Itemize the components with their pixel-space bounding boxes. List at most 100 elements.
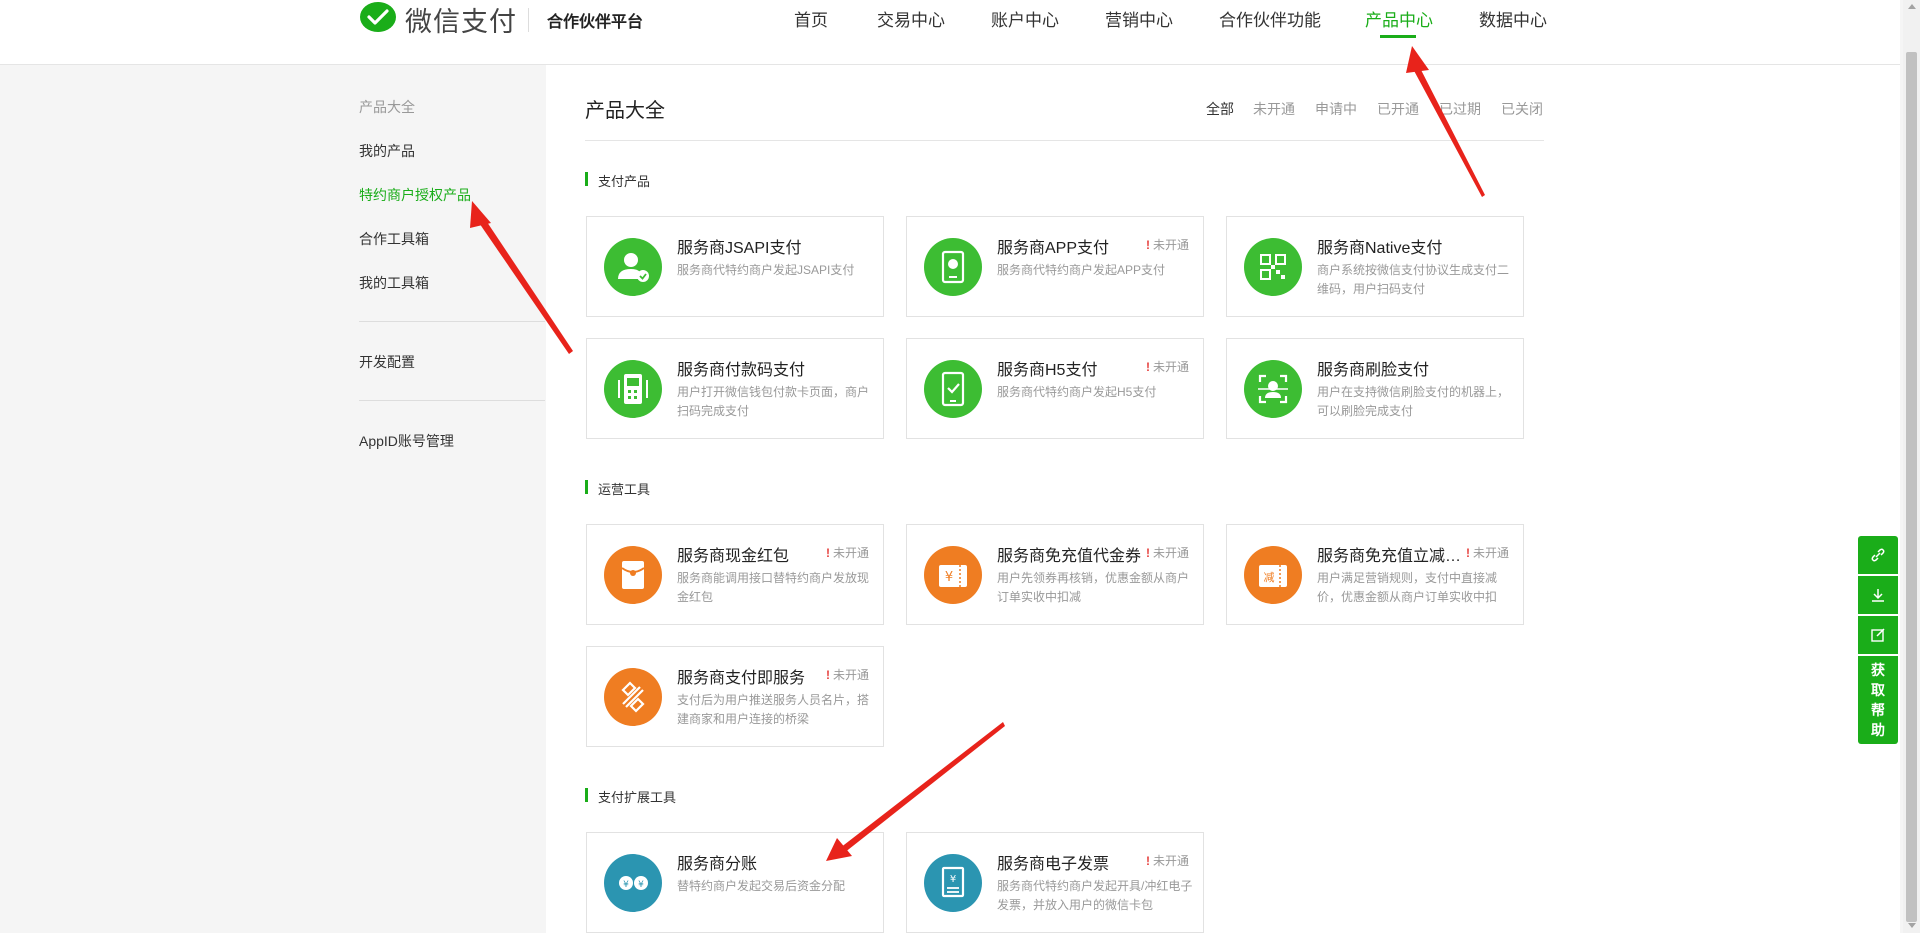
product-card-payment-code[interactable]: 服务商付款码支付 用户打开微信钱包付款卡页面，商户扫码完成支付	[586, 338, 884, 439]
section-title-payment-extension: 支付扩展工具	[585, 787, 676, 806]
filter-not-opened[interactable]: 未开通	[1253, 99, 1295, 119]
sidebar-heading: 产品大全	[359, 99, 415, 115]
card-title: 服务商电子发票	[997, 856, 1110, 873]
sidebar-item-authorized-products[interactable]: 特约商户授权产品	[359, 185, 471, 205]
sidebar-item-my-products[interactable]: 我的产品	[359, 141, 415, 161]
card-description: 服务商代特约商户发起APP支付	[997, 263, 1166, 277]
filter-closed[interactable]: 已关闭	[1501, 99, 1543, 119]
sidebar-item-partner-toolbox[interactable]: 合作工具箱	[359, 229, 429, 249]
platform-name: 合作伙伴平台	[547, 14, 644, 31]
nav-trade-center[interactable]: 交易中心	[877, 6, 945, 31]
invoice-icon: ¥	[924, 854, 982, 912]
card-title: 服务商付款码支付	[677, 362, 806, 379]
scroll-up-arrow[interactable]	[1908, 4, 1916, 9]
product-card-jsapi[interactable]: 服务商JSAPI支付 服务商代特约商户发起JSAPI支付	[586, 216, 884, 317]
product-card-h5-pay[interactable]: 服务商H5支付 ! 未开通 服务商代特约商户发起H5支付	[906, 338, 1204, 439]
nav-product-center[interactable]: 产品中心	[1365, 6, 1433, 31]
status-not-opened: ! 未开通	[825, 668, 869, 682]
filter-all[interactable]: 全部	[1206, 99, 1234, 119]
phone-app-icon	[924, 238, 982, 296]
help-char: 助	[1871, 722, 1885, 738]
link-tool-button[interactable]	[1858, 536, 1898, 576]
link-icon	[1871, 548, 1885, 562]
help-char: 获	[1871, 662, 1885, 678]
card-description: 支付后为用户推送服务人员名片，搭建商家和用户连接的桥梁	[677, 693, 870, 726]
product-card-cash-red-packet[interactable]: 服务商现金红包 ! 未开通 服务商能调用接口替特约商户发放现金红包	[586, 524, 884, 625]
card-description: 用户满足营销规则，支付中直接减价，优惠金额从商户订单实收中扣	[1317, 571, 1498, 604]
edit-icon	[1871, 628, 1885, 642]
link-connect-icon	[604, 668, 662, 726]
card-description: 用户打开微信钱包付款卡页面，商户扫码完成支付	[677, 385, 870, 418]
discount-coupon-icon: 减	[1244, 546, 1302, 604]
card-description: 服务商代特约商户发起H5支付	[997, 385, 1157, 399]
help-char: 帮	[1871, 702, 1885, 718]
get-help-button[interactable]: 获 取 帮 助	[1858, 656, 1898, 744]
person-check-icon	[604, 238, 662, 296]
wechat-pay-logo[interactable]: 微信支付	[359, 0, 517, 38]
nav-data-center[interactable]: 数据中心	[1479, 6, 1547, 31]
card-title: 服务商免充值立减与折扣	[1317, 548, 1463, 565]
nav-home[interactable]: 首页	[794, 6, 828, 31]
product-card-voucher[interactable]: ¥ 服务商免充值代金券 ! 未开通 用户先领券再核销，优惠金额从商户订单实收中扣减	[906, 524, 1204, 625]
card-description: 服务商代特约商户发起开具/冲红电子发票，并放入用户的微信卡包	[997, 879, 1193, 912]
coupon-yuan-icon: ¥	[924, 546, 982, 604]
product-card-pay-as-service[interactable]: 服务商支付即服务 ! 未开通 支付后为用户推送服务人员名片，搭建商家和用户连接的桥…	[586, 646, 884, 747]
card-title: 服务商APP支付	[997, 240, 1110, 257]
section-title-payment-products: 支付产品	[585, 171, 650, 190]
status-not-opened: ! 未开通	[1145, 238, 1189, 252]
card-title: 服务商Native支付	[1317, 240, 1443, 257]
nav-active-underline	[1380, 35, 1416, 38]
nav-marketing-center[interactable]: 营销中心	[1105, 6, 1173, 31]
page-title: 产品大全	[585, 100, 665, 122]
product-card-app-pay[interactable]: 服务商APP支付 ! 未开通 服务商代特约商户发起APP支付	[906, 216, 1204, 317]
product-card-profit-sharing[interactable]: ¥ ¥ 服务商分账 替特约商户发起交易后资金分配	[586, 832, 884, 933]
sidebar-item-dev-config[interactable]: 开发配置	[359, 352, 415, 372]
filter-opened[interactable]: 已开通	[1377, 99, 1419, 119]
filter-expired[interactable]: 已过期	[1439, 99, 1481, 119]
card-title: 服务商刷脸支付	[1317, 362, 1430, 379]
filter-applying[interactable]: 申请中	[1315, 99, 1357, 119]
product-card-discount[interactable]: 减 服务商免充值立减与折扣 !未开通 用户满足营销规则，支付中直接减价，优惠金额…	[1226, 524, 1524, 625]
qrcode-icon	[1244, 238, 1302, 296]
download-tool-button[interactable]	[1858, 576, 1898, 616]
product-card-face-pay[interactable]: 服务商刷脸支付 用户在支持微信刷脸支付的机器上，可以刷脸完成支付	[1226, 338, 1524, 439]
status-not-opened: ! 未开通	[825, 546, 869, 560]
floating-toolbar: 获 取 帮 助	[1858, 536, 1898, 744]
red-packet-icon	[604, 546, 662, 604]
nav-partner-functions[interactable]: 合作伙伴功能	[1219, 6, 1321, 31]
status-not-opened: ! 未开通	[1145, 360, 1189, 374]
card-description: 用户在支持微信刷脸支付的机器上，可以刷脸完成支付	[1317, 385, 1510, 418]
sidebar: 产品大全 我的产品 特约商户授权产品 合作工具箱 我的工具箱 开发配置 AppI…	[0, 65, 545, 933]
sidebar-divider	[359, 400, 545, 401]
top-header: 微信支付 合作伙伴平台 首页 交易中心 账户中心 营销中心 合作伙伴功能 产品中…	[0, 0, 1900, 65]
sidebar-item-appid-management[interactable]: AppID账号管理	[359, 431, 454, 451]
card-description: 用户先领券再核销，优惠金额从商户订单实收中扣减	[997, 571, 1190, 604]
status-not-opened: ! 未开通	[1145, 854, 1189, 868]
scrollbar-thumb[interactable]	[1906, 52, 1917, 922]
edit-tool-button[interactable]	[1858, 616, 1898, 656]
nav-account-center[interactable]: 账户中心	[991, 6, 1059, 31]
face-scan-icon	[1244, 360, 1302, 418]
section-title-operation-tools: 运营工具	[585, 479, 650, 498]
svg-text:¥: ¥	[945, 570, 953, 585]
card-title: 服务商现金红包	[677, 548, 790, 565]
split-funds-icon: ¥ ¥	[604, 854, 662, 912]
svg-text:¥: ¥	[950, 874, 956, 885]
logo-divider	[528, 8, 529, 32]
card-title: 服务商分账	[677, 856, 758, 873]
card-description: 服务商能调用接口替特约商户发放现金红包	[677, 571, 870, 604]
main-panel	[546, 65, 1900, 933]
card-description: 服务商代特约商户发起JSAPI支付	[677, 263, 855, 277]
status-not-opened: ! 未开通	[1465, 546, 1509, 560]
card-description: 商户系统按微信支付协议生成支付二维码，用户扫码支付	[1317, 263, 1510, 296]
product-card-e-invoice[interactable]: ¥ 服务商电子发票 ! 未开通 服务商代特约商户发起开具/冲红电子发票，并放入用户…	[906, 832, 1204, 933]
page-scrollbar[interactable]	[1903, 0, 1920, 933]
svg-text:¥: ¥	[638, 880, 644, 890]
pos-terminal-icon	[604, 360, 662, 418]
sidebar-divider	[359, 321, 545, 322]
sidebar-item-my-toolbox[interactable]: 我的工具箱	[359, 273, 429, 293]
scroll-down-arrow[interactable]	[1908, 923, 1916, 928]
product-card-native-pay[interactable]: 服务商Native支付 商户系统按微信支付协议生成支付二维码，用户扫码支付	[1226, 216, 1524, 317]
mobile-check-icon	[924, 360, 982, 418]
card-description: 替特约商户发起交易后资金分配	[677, 879, 846, 893]
